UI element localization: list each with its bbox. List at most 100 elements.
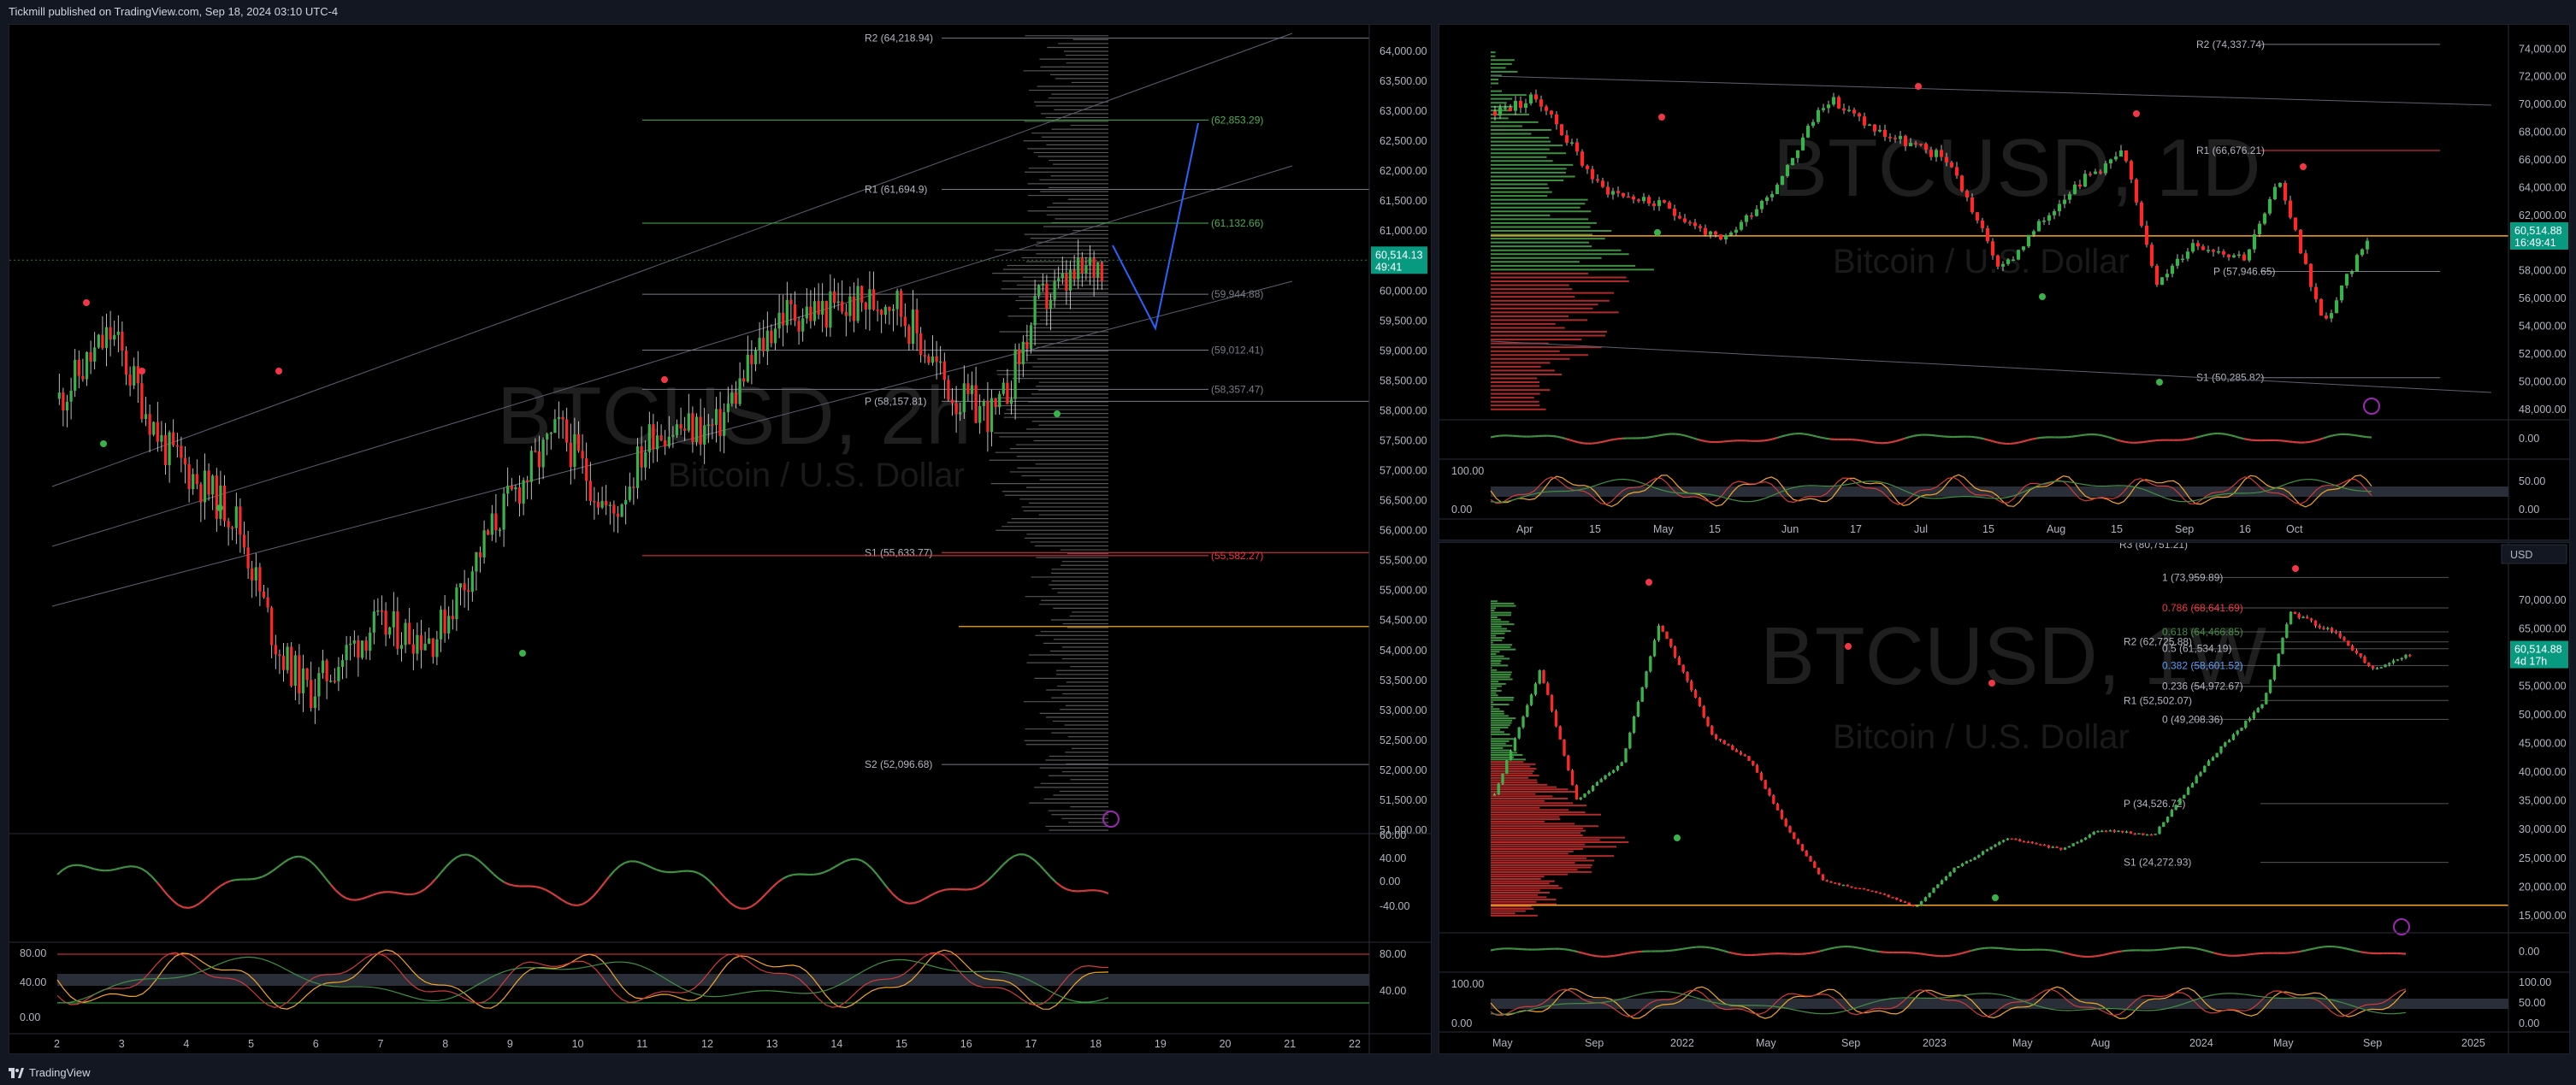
- momentum-oscillator-segment: [2292, 440, 2297, 444]
- candle-body: [57, 392, 61, 399]
- candle-body: [1800, 137, 1805, 150]
- candle-body: [2124, 831, 2129, 834]
- momentum-oscillator-segment: [314, 864, 322, 872]
- momentum-oscillator-segment: [62, 865, 68, 871]
- momentum-oscillator-segment: [2346, 947, 2352, 951]
- momentum-oscillator-segment: [2313, 439, 2319, 442]
- candle-body: [1862, 116, 1867, 126]
- momentum-oscillator-segment: [777, 877, 783, 884]
- candle-body: [1045, 283, 1049, 310]
- candle-body: [1569, 142, 1575, 144]
- candle-body: [2117, 830, 2120, 833]
- candle-body: [2278, 183, 2283, 187]
- momentum-oscillator-segment: [688, 870, 694, 873]
- momentum-oscillator-segment: [167, 894, 174, 902]
- candle-body: [1693, 690, 1698, 699]
- candle-body: [2133, 834, 2136, 835]
- candle-body: [2242, 254, 2247, 261]
- chart-svg-2h[interactable]: BTCUSD, 2hBitcoin / U.S. DollarR2 (64,21…: [9, 25, 1431, 1053]
- candle-body: [1846, 109, 1852, 111]
- time-tick: 2: [54, 1038, 60, 1050]
- candle-body: [1072, 269, 1076, 280]
- candle-body: [1908, 143, 1913, 147]
- candle-body: [959, 412, 962, 415]
- momentum-oscillator-segment: [656, 869, 662, 873]
- candle-body: [1567, 755, 1570, 770]
- candle-body: [1513, 101, 1518, 111]
- momentum-oscillator-segment: [1102, 890, 1109, 895]
- candle-body: [246, 547, 250, 569]
- momentum-oscillator-segment: [2235, 435, 2240, 439]
- momentum-oscillator-segment: [845, 858, 852, 863]
- candle-body: [1018, 349, 1021, 365]
- candle-body: [2183, 794, 2186, 799]
- momentum-oscillator-segment: [1947, 954, 1953, 958]
- momentum-oscillator-segment: [1662, 433, 1668, 436]
- candle-body: [2006, 259, 2011, 264]
- chart-panel-1d[interactable]: BTCUSD, 1D Bitcoin / U.S. Dollar R2 (74,33…: [1439, 24, 2570, 540]
- chart-panel-2h[interactable]: BTCUSD, 2h Bitcoin / U.S. Dollar R2 (64,21…: [9, 24, 1432, 1054]
- time-tick: 18: [1090, 1038, 1102, 1050]
- momentum-oscillator-segment: [2053, 949, 2059, 952]
- momentum-oscillator-segment: [940, 888, 946, 893]
- candle-body: [2030, 841, 2034, 844]
- fib-label: (59,944.88): [1211, 288, 1263, 300]
- momentum-oscillator-segment: [1609, 438, 1615, 441]
- candle-body: [183, 457, 187, 465]
- candle-body: [234, 506, 238, 528]
- candle-body: [1959, 175, 1964, 192]
- tradingview-logo[interactable]: TradingView: [9, 1066, 91, 1079]
- fib-label: (59,012.41): [1211, 345, 1263, 357]
- candle-body: [2154, 265, 2159, 286]
- momentum-oscillator-segment: [645, 864, 652, 869]
- candle-body: [2165, 817, 2170, 823]
- candle-body: [2159, 277, 2165, 286]
- momentum-oscillator-segment: [1561, 436, 1566, 440]
- candle-body: [2077, 184, 2083, 187]
- price-tick: 62,000.00: [1380, 165, 1427, 177]
- candle-body: [2240, 728, 2243, 731]
- chart-svg-1d[interactable]: BTCUSD, 1D Bitcoin / U.S. Dollar R2 (74,33…: [1439, 25, 2569, 540]
- momentum-oscillator-segment: [304, 857, 310, 862]
- candle-body: [1563, 739, 1566, 756]
- time-tick: 15: [1982, 523, 1994, 535]
- candle-body: [2349, 271, 2354, 274]
- momentum-oscillator-segment: [1979, 437, 1985, 440]
- momentum-oscillator-segment: [1592, 441, 1597, 445]
- candle-body: [1570, 770, 1575, 786]
- alert-bolt-icon: [1102, 811, 1120, 828]
- candle-body: [325, 660, 328, 681]
- candle-body: [199, 484, 203, 503]
- momentum-oscillator-segment: [1975, 436, 1980, 439]
- candle-body: [1057, 278, 1061, 281]
- candle-body: [2076, 841, 2079, 844]
- price-tick: 51,500.00: [1380, 794, 1427, 806]
- candle-body: [1677, 657, 1681, 665]
- price-tick: 64,000.00: [1380, 45, 1427, 57]
- candle-body: [2267, 198, 2272, 214]
- candle-body: [2047, 215, 2052, 221]
- candle-body: [1907, 902, 1911, 905]
- momentum-oscillator-segment: [2001, 442, 2006, 445]
- time-tick: 14: [830, 1038, 842, 1050]
- candle-body: [1605, 186, 1610, 195]
- candle-body: [730, 392, 734, 404]
- momentum-oscillator-segment: [1066, 887, 1072, 892]
- chart-panel-1w[interactable]: BTCUSD, 1W Bitcoin / U.S. Dollar R3 (80,75…: [1439, 539, 2570, 1054]
- candle-body: [2039, 844, 2042, 846]
- candle-body: [844, 311, 848, 316]
- trend-line: [1490, 340, 2492, 393]
- time-tick: May: [1756, 1037, 1776, 1049]
- fib-label: (62,853.29): [1211, 114, 1263, 126]
- momentum-oscillator-segment: [135, 865, 142, 870]
- momentum-oscillator-segment: [293, 855, 299, 858]
- momentum-oscillator-segment: [1870, 949, 1876, 952]
- candle-body: [2006, 838, 2010, 840]
- momentum-oscillator-segment: [498, 877, 505, 883]
- chart-svg-1w[interactable]: BTCUSD, 1WBitcoin / U.S. DollarR3 (80,75…: [1439, 539, 2569, 1053]
- momentum-oscillator-segment: [1609, 954, 1615, 958]
- momentum-oscillator-segment: [1682, 946, 1688, 950]
- momentum-oscillator-segment: [1578, 441, 1584, 445]
- candle-body: [451, 616, 454, 620]
- candle-body: [1731, 745, 1734, 750]
